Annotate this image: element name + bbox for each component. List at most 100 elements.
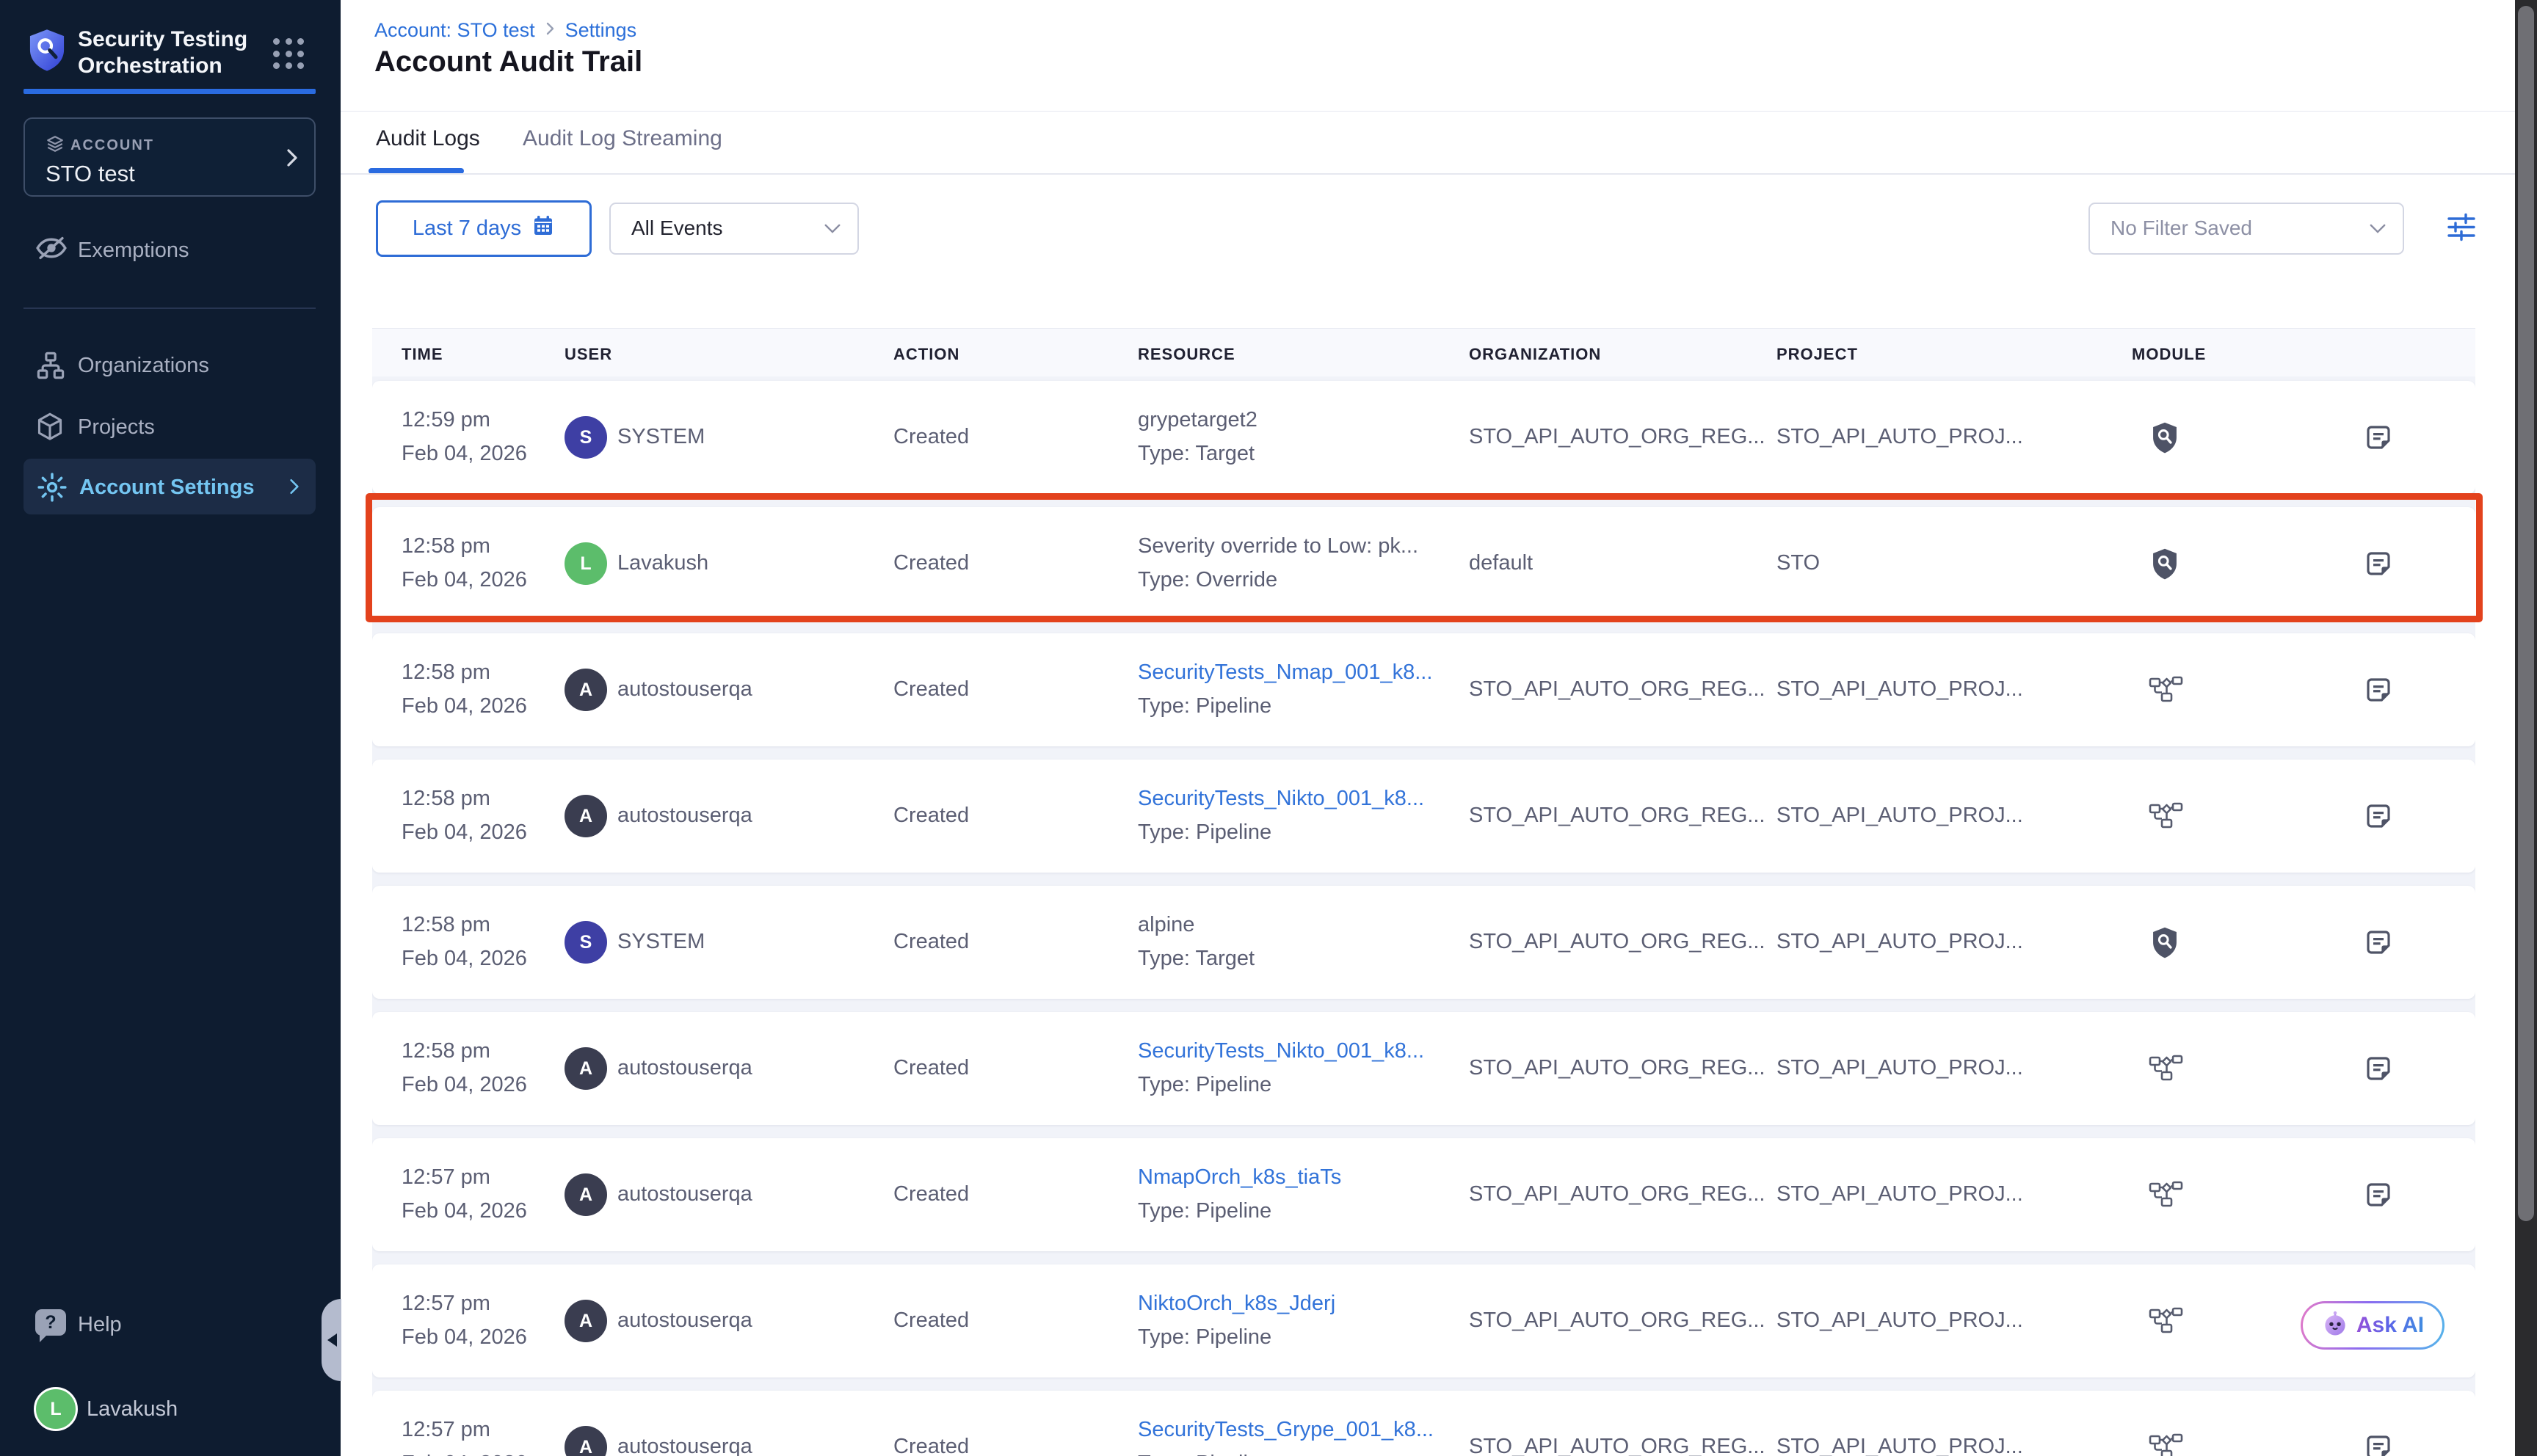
saved-filter-select[interactable]: No Filter Saved [2088, 203, 2404, 255]
avatar-initial: A [579, 1184, 592, 1206]
page-title: Account Audit Trail [374, 46, 642, 79]
project-value: STO_API_AUTO_PROJ... [1776, 1435, 2023, 1456]
organization-value: STO_API_AUTO_ORG_REG... [1469, 804, 1765, 828]
event-summary-icon[interactable] [2363, 674, 2394, 709]
avatar-initial: L [580, 553, 591, 575]
filter-settings-icon[interactable] [2445, 213, 2480, 244]
header-divider [341, 111, 2515, 112]
table-header-row: TIMEUSERACTIONRESOURCEORGANIZATIONPROJEC… [372, 328, 2475, 377]
table-row: 12:57 pmFeb 04, 2026AautostouserqaCreate… [372, 1264, 2475, 1377]
resource-name-link[interactable]: SecurityTests_Nikto_001_k8... [1138, 1039, 1424, 1063]
account-selector[interactable]: ACCOUNT STO test [23, 117, 316, 197]
time-value: 12:58 pm [402, 534, 490, 558]
event-summary-icon[interactable] [2363, 801, 2394, 835]
resource-type: Type: Pipeline [1138, 694, 1271, 718]
organization-value: STO_API_AUTO_ORG_REG... [1469, 1435, 1765, 1456]
ai-robot-icon [2321, 1310, 2349, 1342]
user-name: autostouserqa [617, 1435, 752, 1456]
avatar: S [565, 921, 607, 964]
time-value: 12:58 pm [402, 787, 490, 811]
pipeline-module-icon [2149, 800, 2184, 833]
avatar: A [565, 669, 607, 711]
account-scope-label: ACCOUNT [70, 137, 154, 154]
avatar: A [565, 1426, 607, 1456]
vertical-scrollbar-thumb[interactable] [2518, 6, 2534, 1221]
audit-table-body: 12:59 pmFeb 04, 2026SSYSTEMCreatedgrypet… [372, 376, 2475, 1456]
sidebar-item-projects[interactable]: Projects [0, 398, 341, 454]
event-summary-icon[interactable] [2363, 927, 2394, 961]
resource-name-link[interactable]: SecurityTests_Grype_001_k8... [1138, 1418, 1434, 1442]
sidebar-collapse-handle[interactable] [322, 1299, 341, 1381]
action-value: Created [893, 1056, 969, 1080]
organization-value: STO_API_AUTO_ORG_REG... [1469, 930, 1765, 954]
project-value: STO_API_AUTO_PROJ... [1776, 1056, 2023, 1080]
sidebar-item-label: Exemptions [78, 239, 189, 263]
breadcrumb-account-link[interactable]: Account: STO test [374, 19, 535, 42]
table-row: 12:57 pmFeb 04, 2026AautostouserqaCreate… [372, 1391, 2475, 1456]
user-name: SYSTEM [617, 930, 705, 954]
table-row: 12:57 pmFeb 04, 2026AautostouserqaCreate… [372, 1138, 2475, 1251]
ask-ai-button[interactable]: Ask AI [2301, 1301, 2445, 1350]
ask-ai-label: Ask AI [2356, 1313, 2424, 1338]
sto-shield-module-icon [2149, 547, 2181, 585]
time-value: 12:58 pm [402, 1039, 490, 1063]
sidebar-item-exemptions[interactable]: Exemptions [0, 222, 341, 277]
event-summary-icon[interactable] [2363, 548, 2394, 583]
action-value: Created [893, 1435, 969, 1456]
sidebar-item-account-settings[interactable]: Account Settings [23, 459, 316, 514]
resource-name-link[interactable]: NiktoOrch_k8s_Jderj [1138, 1292, 1335, 1316]
event-summary-icon[interactable] [2363, 422, 2394, 456]
pipeline-module-icon [2149, 1179, 2184, 1212]
event-type-value: All Events [631, 216, 723, 240]
resource-name-link[interactable]: SecurityTests_Nmap_001_k8... [1138, 660, 1432, 685]
eye-off-icon [35, 235, 68, 265]
user-name: Lavakush [87, 1397, 178, 1422]
date-value: Feb 04, 2026 [402, 1325, 527, 1350]
avatar: A [565, 1173, 607, 1216]
app-switcher-grid-icon[interactable] [273, 38, 305, 70]
sidebar-item-organizations[interactable]: Organizations [0, 337, 341, 393]
time-value: 12:57 pm [402, 1292, 490, 1316]
action-value: Created [893, 1308, 969, 1333]
event-type-select[interactable]: All Events [609, 203, 859, 255]
action-value: Created [893, 930, 969, 954]
user-name: autostouserqa [617, 1308, 752, 1333]
help-button[interactable]: ? Help [0, 1305, 341, 1352]
avatar: A [565, 1047, 607, 1090]
date-value: Feb 04, 2026 [402, 694, 527, 718]
user-name: autostouserqa [617, 677, 752, 702]
resource-name-link[interactable]: NmapOrch_k8s_tiaTs [1138, 1165, 1341, 1190]
resource-name-link[interactable]: SecurityTests_Nikto_001_k8... [1138, 787, 1424, 811]
resource-type: Type: Pipeline [1138, 1325, 1271, 1350]
resource-type: Type: Pipeline [1138, 1452, 1271, 1456]
column-header-organization: ORGANIZATION [1469, 345, 1601, 364]
avatar-initial: A [579, 680, 592, 701]
pipeline-module-icon [2149, 1052, 2184, 1085]
column-header-resource: RESOURCE [1138, 345, 1235, 364]
resource-type: Type: Target [1138, 947, 1255, 971]
tab-audit-log-streaming[interactable]: Audit Log Streaming [523, 126, 722, 151]
date-value: Feb 04, 2026 [402, 442, 527, 466]
table-row: 12:58 pmFeb 04, 2026AautostouserqaCreate… [372, 633, 2475, 746]
breadcrumb-settings-link[interactable]: Settings [565, 19, 637, 42]
user-profile[interactable]: L Lavakush [0, 1384, 341, 1437]
module-accent-bar [23, 89, 316, 94]
action-value: Created [893, 551, 969, 575]
table-row: 12:58 pmFeb 04, 2026SSYSTEMCreatedalpine… [372, 886, 2475, 999]
breadcrumb: Account: STO test Settings [374, 19, 636, 42]
chevron-right-icon [289, 478, 300, 499]
avatar: S [565, 416, 607, 459]
action-value: Created [893, 1182, 969, 1206]
action-value: Created [893, 677, 969, 702]
cube-icon [35, 412, 65, 446]
chevron-right-icon [545, 21, 555, 40]
organization-value: STO_API_AUTO_ORG_REG... [1469, 425, 1765, 449]
event-summary-icon[interactable] [2363, 1053, 2394, 1088]
app-title: Security Testing Orchestration [78, 26, 263, 79]
organization-value: STO_API_AUTO_ORG_REG... [1469, 1182, 1765, 1206]
event-summary-icon[interactable] [2363, 1432, 2394, 1456]
tab-audit-logs[interactable]: Audit Logs [376, 126, 480, 151]
event-summary-icon[interactable] [2363, 1179, 2394, 1214]
date-range-button[interactable]: Last 7 days [376, 200, 592, 257]
time-value: 12:59 pm [402, 408, 490, 432]
